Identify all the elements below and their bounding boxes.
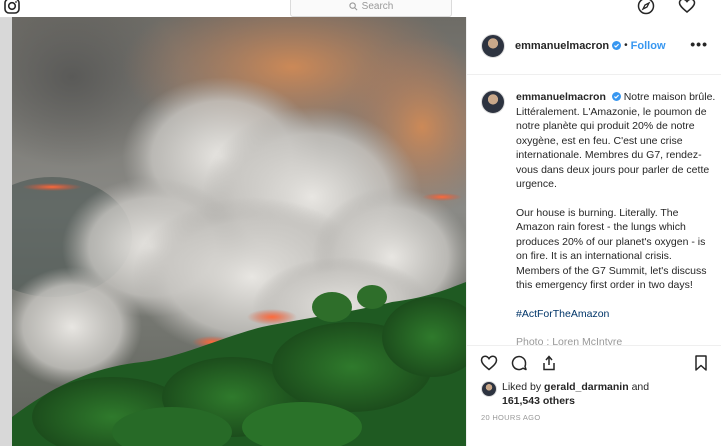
- separator-dot: •: [624, 40, 628, 51]
- photo-credit: Photo : Loren McIntyre: [516, 336, 623, 345]
- share-button[interactable]: [540, 354, 558, 372]
- caption-text: emmanuelmacron Notre maison brûle. Litté…: [516, 90, 716, 345]
- post-side-panel: emmanuelmacron • Follow ••• emmanuelmacr…: [466, 17, 721, 446]
- heart-icon: [480, 355, 498, 371]
- share-icon: [543, 355, 555, 371]
- instagram-icon[interactable]: [3, 0, 21, 15]
- avatar[interactable]: [481, 33, 505, 58]
- caption-username[interactable]: emmanuelmacron: [516, 91, 606, 103]
- liked-by-and: and: [631, 381, 650, 393]
- comment-icon: [511, 355, 527, 371]
- liked-by-prefix: Liked by: [502, 381, 542, 393]
- like-button[interactable]: [480, 354, 498, 372]
- caption-row: emmanuelmacron Notre maison brûle. Litté…: [481, 90, 716, 345]
- save-button[interactable]: [692, 354, 710, 372]
- likes-count[interactable]: 161,543 others: [502, 395, 575, 407]
- top-nav-bar: Search: [0, 0, 721, 18]
- more-options-button[interactable]: •••: [690, 36, 708, 52]
- likes-text: Liked by gerald_darmanin and 161,543 oth…: [502, 380, 649, 408]
- caption-english: Our house is burning. Literally. The Ama…: [516, 206, 707, 292]
- avatar[interactable]: [481, 90, 505, 114]
- verified-icon: [612, 41, 622, 50]
- post-photo[interactable]: [12, 17, 466, 446]
- avatar[interactable]: [481, 381, 497, 397]
- post-author-username[interactable]: emmanuelmacron: [515, 40, 609, 52]
- liked-by-user[interactable]: gerald_darmanin: [544, 381, 629, 393]
- forest-fire-image: [12, 17, 466, 446]
- compass-icon[interactable]: [637, 0, 655, 15]
- caption-french: Notre maison brûle. Littéralement. L'Ama…: [516, 91, 716, 190]
- search-placeholder: Search: [361, 1, 394, 12]
- search-input[interactable]: Search: [290, 0, 452, 17]
- bookmark-icon: [695, 355, 707, 371]
- hashtag-link[interactable]: #ActForTheAmazon: [516, 307, 716, 322]
- post-actions: Liked by gerald_darmanin and 161,543 oth…: [467, 345, 721, 446]
- caption-area: emmanuelmacron Notre maison brûle. Litté…: [467, 75, 721, 345]
- verified-icon: [611, 92, 621, 101]
- heart-icon[interactable]: [678, 0, 696, 15]
- post-header: emmanuelmacron • Follow •••: [467, 17, 721, 75]
- likes-summary: Liked by gerald_darmanin and 161,543 oth…: [481, 380, 649, 408]
- post-timestamp[interactable]: 20 HOURS AGO: [481, 413, 540, 422]
- search-icon: [349, 2, 358, 11]
- follow-button[interactable]: Follow: [631, 40, 666, 52]
- comment-button[interactable]: [510, 354, 528, 372]
